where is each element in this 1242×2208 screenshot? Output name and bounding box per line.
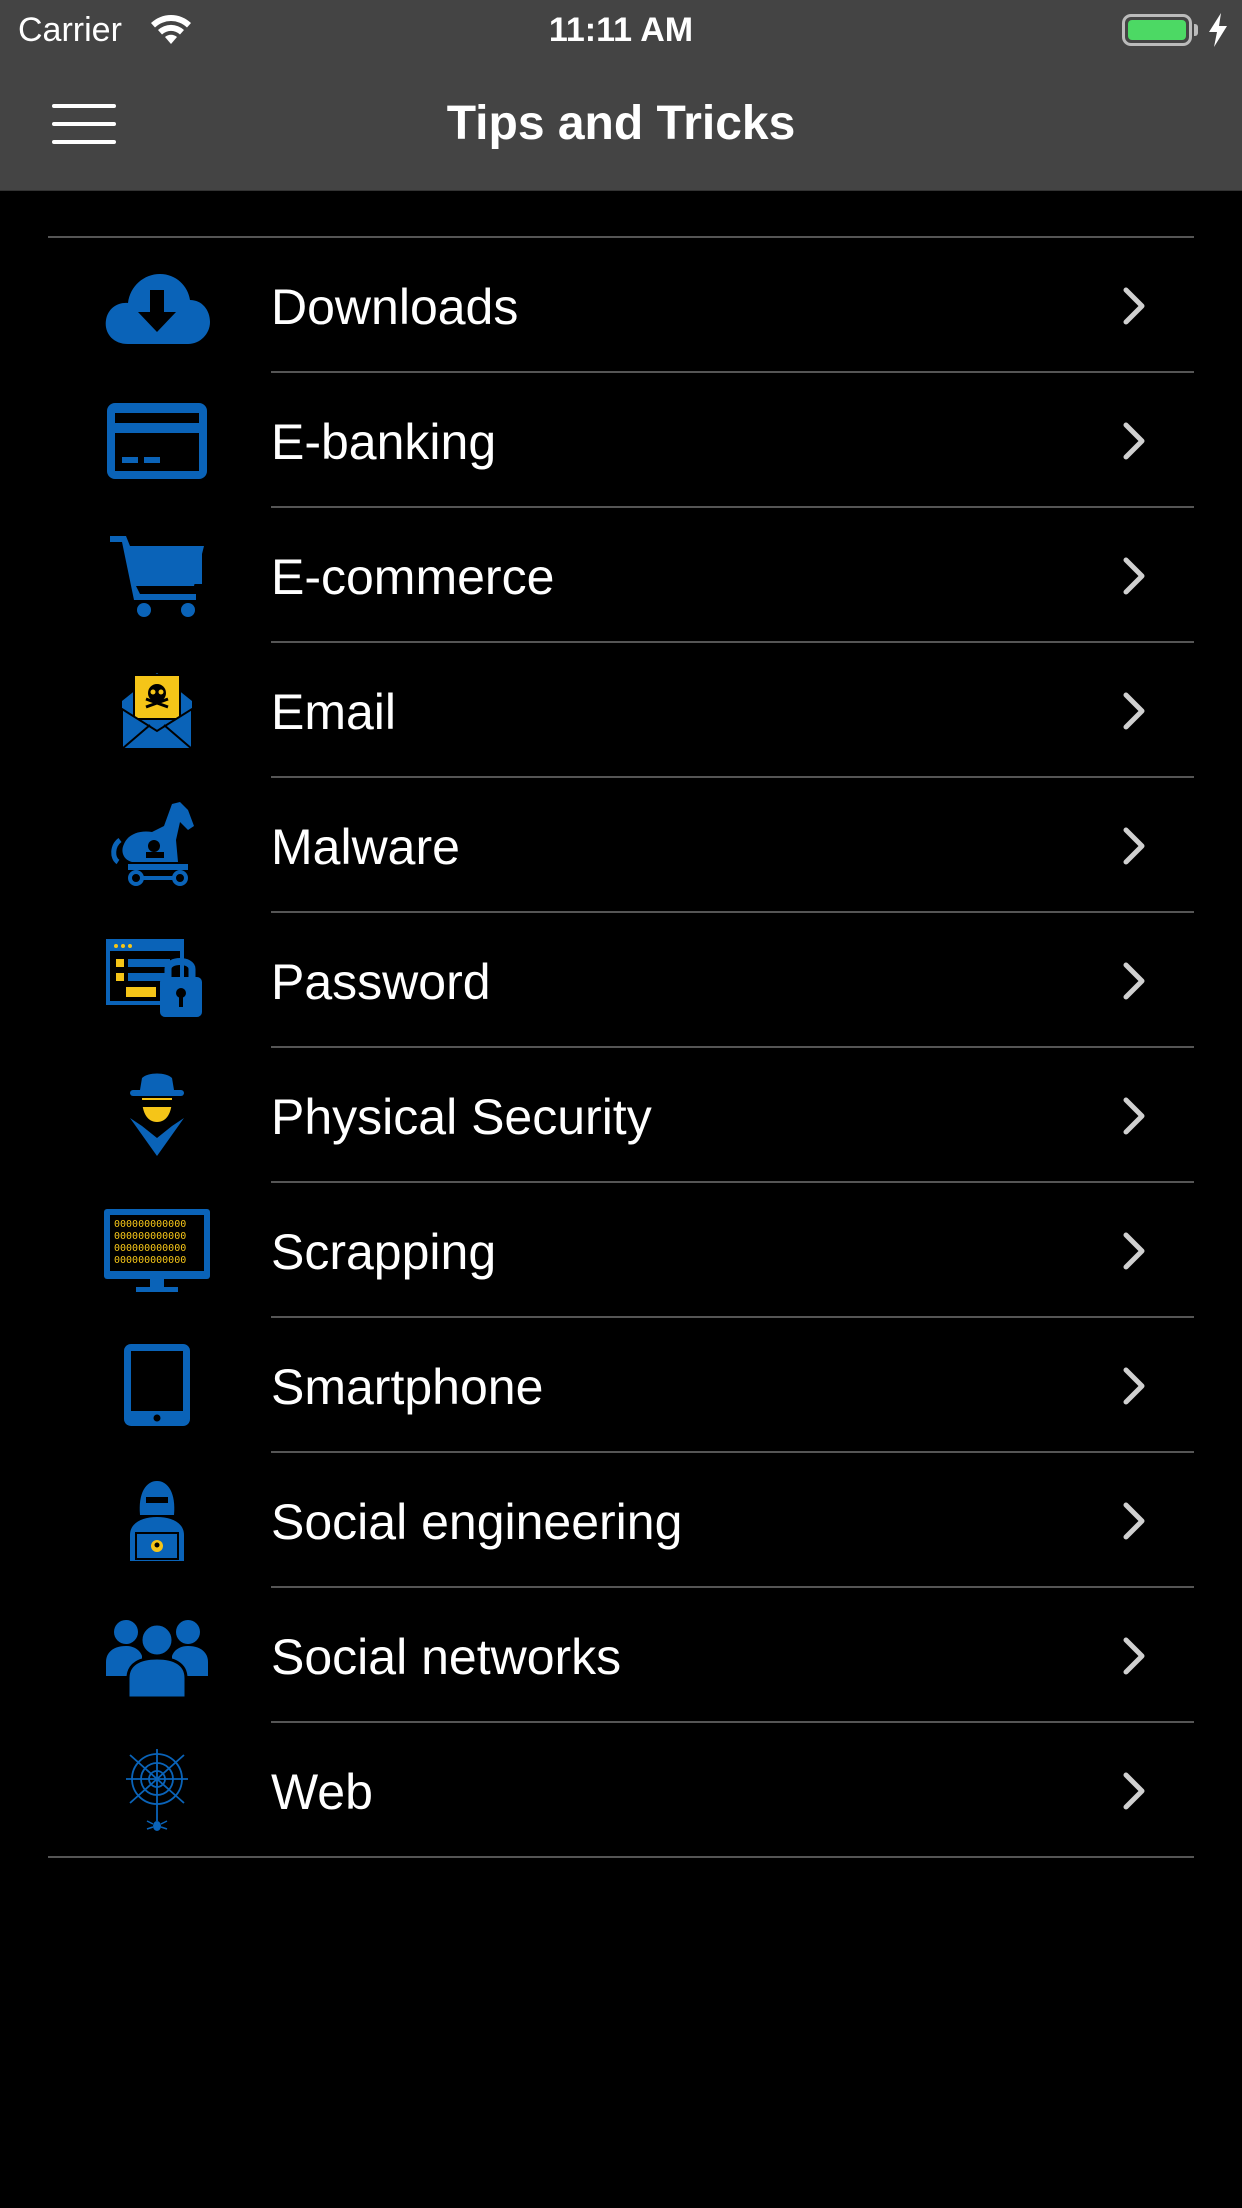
chevron-right-icon: [1123, 1367, 1145, 1405]
battery-cap: [1194, 24, 1198, 36]
list-item-downloads[interactable]: Downloads: [48, 238, 1194, 373]
spider-web-icon: [102, 1745, 212, 1835]
svg-text:000000000000: 000000000000: [114, 1243, 186, 1254]
chevron-right-icon: [1123, 557, 1145, 595]
list-item-label: Smartphone: [271, 1359, 544, 1415]
list-item-label: E-banking: [271, 414, 497, 470]
chevron-right-icon: [1123, 422, 1145, 460]
list-item-label: Malware: [271, 819, 460, 875]
shopping-cart-icon: [102, 530, 212, 620]
list-item-scrapping[interactable]: 000000000000 000000000000 000000000000 0…: [48, 1183, 1194, 1318]
trojan-horse-icon: [102, 800, 212, 890]
list-item-password[interactable]: Password: [48, 913, 1194, 1048]
chevron-right-icon: [1123, 827, 1145, 865]
chevron-right-icon: [1123, 287, 1145, 325]
chevron-right-icon: [1123, 1232, 1145, 1270]
list-item-malware[interactable]: Malware: [48, 778, 1194, 913]
list-item-label: Scrapping: [271, 1224, 497, 1280]
screen: Carrier 11:11 AM Tips and Tricks Downloa…: [0, 0, 1242, 2208]
svg-text:000000000000: 000000000000: [114, 1231, 186, 1242]
list-item-label: Physical Security: [271, 1089, 652, 1145]
list-item-label: Social networks: [271, 1629, 622, 1685]
people-group-icon: [102, 1610, 212, 1700]
charging-bolt-icon: [1209, 13, 1227, 47]
chevron-right-icon: [1123, 692, 1145, 730]
chevron-right-icon: [1123, 1772, 1145, 1810]
nav-bar: Tips and Tricks: [0, 60, 1242, 191]
hacker-laptop-icon: [102, 1475, 212, 1565]
list-item-social-engineering[interactable]: Social engineering: [48, 1453, 1194, 1588]
battery-icon: [1122, 14, 1192, 46]
list-item-label: Social engineering: [271, 1494, 683, 1550]
row-separator: [48, 1856, 1194, 1858]
svg-text:000000000000: 000000000000: [114, 1255, 186, 1266]
chevron-right-icon: [1123, 1097, 1145, 1135]
tips-list: Downloads E-banking E-commerce Email Mal…: [48, 236, 1194, 1858]
list-item-email[interactable]: Email: [48, 643, 1194, 778]
binary-monitor-icon: 000000000000 000000000000 000000000000 0…: [102, 1205, 212, 1295]
chevron-right-icon: [1123, 962, 1145, 1000]
battery-level: [1128, 20, 1186, 40]
credit-card-icon: [102, 395, 212, 485]
chevron-right-icon: [1123, 1637, 1145, 1675]
chevron-right-icon: [1123, 1502, 1145, 1540]
list-item-social-networks[interactable]: Social networks: [48, 1588, 1194, 1723]
list-item-label: Downloads: [271, 279, 519, 335]
list-item-e-banking[interactable]: E-banking: [48, 373, 1194, 508]
spy-icon: [102, 1070, 212, 1160]
list-item-smartphone[interactable]: Smartphone: [48, 1318, 1194, 1453]
status-bar: Carrier 11:11 AM: [0, 0, 1242, 60]
clock: 11:11 AM: [548, 11, 694, 49]
email-skull-icon: [102, 665, 212, 755]
list-item-label: Email: [271, 684, 397, 740]
svg-text:000000000000: 000000000000: [114, 1219, 186, 1230]
list-item-label: E-commerce: [271, 549, 555, 605]
page-title: Tips and Tricks: [446, 97, 796, 150]
list-item-label: Web: [271, 1764, 373, 1820]
login-lock-icon: [102, 935, 212, 1025]
list-item-physical-security[interactable]: Physical Security: [48, 1048, 1194, 1183]
tablet-icon: [102, 1340, 212, 1430]
list-item-e-commerce[interactable]: E-commerce: [48, 508, 1194, 643]
list-item-web[interactable]: Web: [48, 1723, 1194, 1858]
list-item-label: Password: [271, 954, 491, 1010]
cloud-download-icon: [102, 260, 212, 350]
